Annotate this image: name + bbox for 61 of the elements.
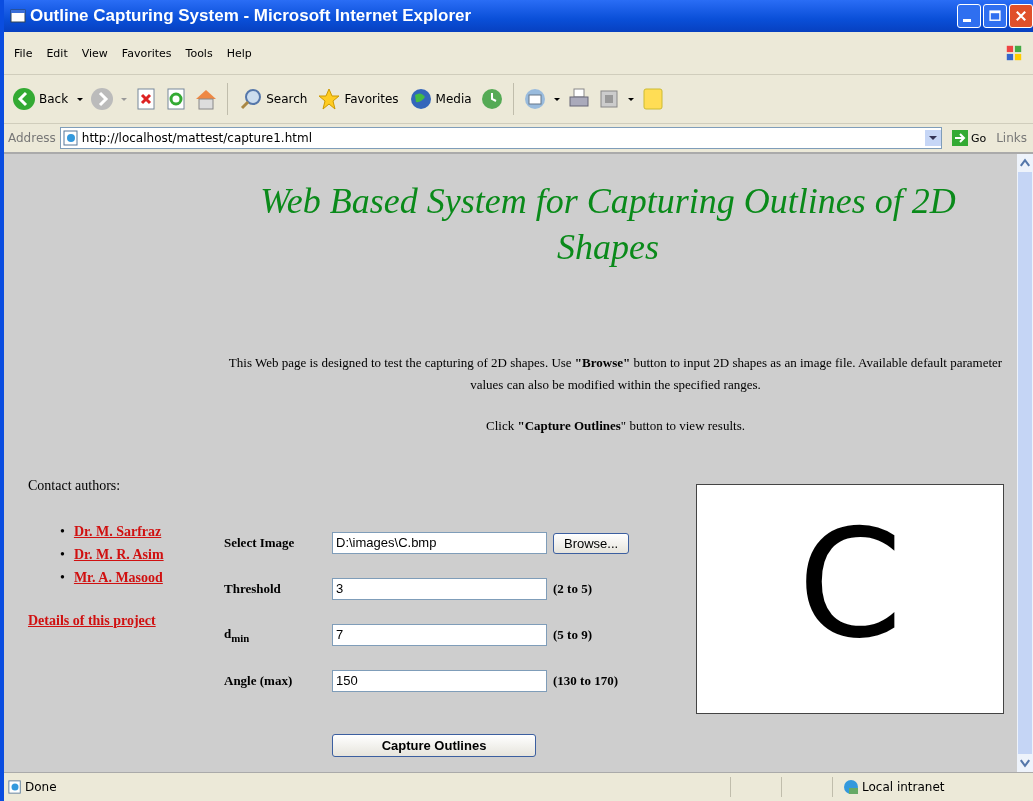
media-button[interactable]: Media (406, 87, 474, 111)
close-button[interactable] (1009, 4, 1033, 28)
range-hint: (2 to 5) (553, 581, 592, 597)
menu-item[interactable]: Help (226, 46, 252, 60)
menu-item[interactable]: Favorites (121, 46, 172, 60)
favorites-button[interactable]: Favorites (315, 87, 401, 111)
maximize-button[interactable] (983, 4, 1007, 28)
address-field[interactable]: http://localhost/mattest/capture1.html (59, 127, 942, 149)
menu-item[interactable]: File (14, 46, 33, 60)
page-icon (62, 130, 79, 146)
star-icon (317, 87, 342, 111)
close-icon (1014, 9, 1028, 23)
browse-button[interactable]: Browse... (553, 532, 630, 554)
minimize-icon (963, 18, 971, 22)
zone-label: Local intranet (862, 780, 945, 794)
field-label: Angle (max) (224, 673, 294, 689)
input-field[interactable]: 7 (332, 624, 547, 646)
bullet: • (60, 569, 65, 587)
page-icon (8, 780, 22, 794)
input-field[interactable]: 150 (332, 670, 547, 692)
contact-heading: Contact authors: (28, 478, 122, 494)
field-label: d$_{min}$ (224, 626, 251, 644)
windows-flag-icon (1005, 44, 1023, 62)
instruction-text: Click "Capture Outlines" button to view results. (485, 418, 746, 434)
history-icon[interactable] (479, 87, 504, 111)
dropdown-arrow-icon[interactable] (76, 95, 85, 103)
author-link[interactable]: Dr. M. R. Asim (73, 543, 164, 566)
field-label: Select Image (224, 535, 296, 551)
maximize-icon (988, 9, 1002, 23)
menu-item[interactable]: Tools (185, 46, 213, 60)
minimize-button[interactable] (957, 4, 981, 28)
author-link[interactable]: Mr. A. Masood (73, 566, 163, 589)
window-title: Outline Capturing System - Microsoft Internet Explorer (30, 6, 472, 26)
go-button[interactable]: Go (945, 130, 993, 146)
dropdown-arrow-icon[interactable] (552, 95, 561, 103)
links-button[interactable]: Links (996, 131, 1033, 145)
shape-letter: C (797, 509, 903, 659)
input-field[interactable]: D:\images\C.bmp (332, 532, 547, 554)
go-arrow-icon (951, 130, 968, 146)
back-button[interactable]: Back (10, 87, 71, 111)
bullet: • (60, 546, 65, 564)
range-hint: (5 to 9) (553, 627, 592, 643)
globe-icon (408, 87, 433, 111)
field-label: Threshold (224, 581, 282, 597)
capture-outlines-button[interactable]: Capture Outlines (332, 734, 536, 757)
search-icon (239, 87, 264, 111)
search-button[interactable]: Search (237, 87, 310, 111)
menu-item[interactable]: View (81, 46, 108, 60)
input-field[interactable]: 3 (332, 578, 547, 600)
page-heading: Web Based System for Capturing Outlines of 2D Shapes (259, 180, 957, 269)
intro-paragraph: This Web page is designed to test the capturing of 2D shapes. Use "Browse" button to input 2D shapes as an image file. Available default parameter values can also be modified within the specified ranges. (227, 354, 1004, 394)
page-icon (10, 8, 26, 24)
status-text: Done (25, 780, 57, 794)
details-link[interactable]: Details of this project (28, 613, 156, 629)
globe-icon (843, 779, 859, 795)
address-label: Address (8, 131, 56, 145)
menu-item[interactable]: Edit (46, 46, 68, 60)
author-link[interactable]: Dr. M. Sarfraz (73, 520, 162, 543)
bullet: • (60, 523, 65, 541)
dropdown-arrow-icon[interactable] (626, 95, 635, 103)
range-hint: (130 to 170) (553, 673, 618, 689)
